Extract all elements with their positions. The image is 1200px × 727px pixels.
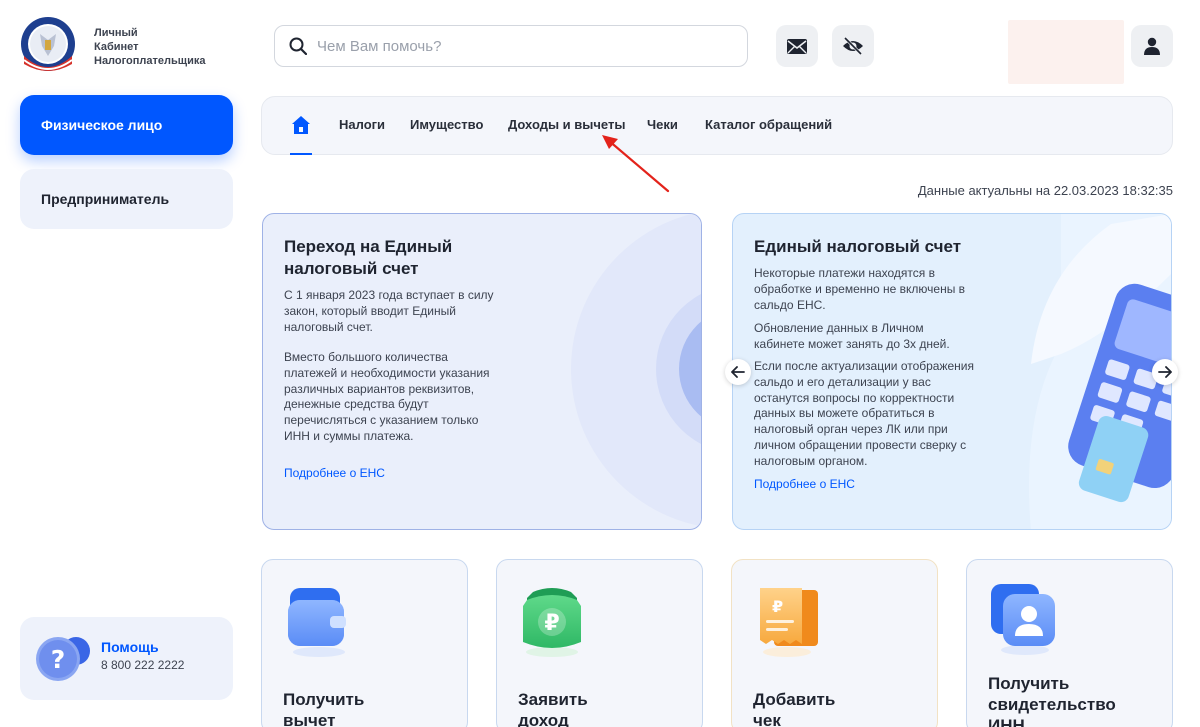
help-block[interactable]: ? Помощь 8 800 222 2222 (20, 617, 233, 700)
card-text-line: налоговый счет. (284, 319, 373, 334)
tile-label: Заявить доход (518, 689, 688, 727)
card-text-line: Вместо большого количества (284, 350, 448, 364)
card-text-line: ИНН и суммы платежа. (284, 428, 414, 443)
card-title: Единый налоговый счет (754, 237, 962, 256)
tile-label: Добавить чек (753, 689, 923, 727)
card-text-line: денежные средства будут (284, 397, 429, 412)
card-text-line: Если после актуализации отображения (754, 359, 975, 373)
user-icon (1144, 37, 1160, 55)
card-text-line: сальдо ЕНС. (754, 297, 826, 312)
svg-text:?: ? (51, 645, 66, 674)
card-text-line: Обновление данных в Личном (754, 321, 924, 335)
nav-item-requests-catalog[interactable]: Каталог обращений (705, 117, 832, 132)
card-paragraph: Если после актуализации отображения саль… (754, 359, 974, 470)
logo-text-line: Личный (94, 27, 138, 39)
logo-text-line: Кабинет (94, 41, 139, 53)
help-phone[interactable]: 8 800 222 2222 (101, 658, 184, 672)
sidebar-item-individual[interactable]: Физическое лицо (20, 95, 233, 155)
tile-add-receipt[interactable]: ₽ Добавить чек (731, 559, 938, 727)
ens-account-card: Единый налоговый счет Некоторые платежи … (732, 213, 1172, 530)
card-title: Переход на Единый налоговый счет (284, 236, 452, 280)
ens-transition-card: Переход на Единый налоговый счет С 1 янв… (262, 213, 702, 530)
tile-label-line: вычет (283, 711, 336, 727)
card-text-line: сальдо и его детализации у вас (754, 374, 931, 389)
arrow-left-icon (731, 366, 745, 378)
svg-text:₽: ₽ (772, 597, 783, 616)
card-title-line: налоговый счет (284, 259, 419, 278)
receipt-icon: ₽ (760, 588, 818, 657)
search-icon (289, 37, 307, 55)
arrow-right-icon (1158, 366, 1172, 378)
active-tab-underline (290, 153, 312, 155)
tile-label-line: ИНН (988, 716, 1025, 727)
card-text-line: Некоторые платежи находятся в (754, 266, 935, 280)
tile-get-deduction[interactable]: Получить вычет (261, 559, 468, 727)
nav-item-property[interactable]: Имущество (410, 117, 483, 132)
card-text-line: перечисляться с указанием только (284, 413, 479, 428)
tile-label-line: чек (753, 711, 781, 727)
card-paragraph: Вместо большого количества платежей и не… (284, 350, 490, 445)
profile-button[interactable] (1131, 25, 1173, 67)
messages-button[interactable] (776, 25, 818, 67)
tile-get-inn-certificate[interactable]: Получить свидетельство ИНН (966, 559, 1173, 727)
tile-label: Получить вычет (283, 689, 453, 727)
card-text-line: различных вариантов реквизитов, (284, 381, 475, 396)
mail-icon (787, 38, 807, 54)
slider-prev-button[interactable] (725, 359, 751, 385)
card-text-line: данных вы можете обратиться в (754, 406, 935, 421)
card-text-line: налоговым органом. (754, 453, 868, 468)
eye-off-icon (843, 37, 863, 55)
question-icon: ? (36, 637, 90, 681)
card-text-line: платежей и необходимости указания (284, 365, 490, 380)
tile-label-line: Получить (283, 690, 365, 709)
sidebar-item-label: Физическое лицо (41, 117, 163, 133)
tile-label-line: Добавить (753, 690, 836, 709)
card-text-line: личном обращении провести сверку с (754, 437, 967, 452)
search-box[interactable] (274, 25, 748, 67)
card-text-line: С 1 января 2023 года вступает в силу (284, 288, 494, 302)
data-actuality-timestamp: Данные актуальны на 22.03.2023 18:32:35 (917, 183, 1173, 198)
tile-label-line: свидетельство (988, 695, 1116, 714)
tile-label: Получить свидетельство ИНН (988, 673, 1158, 727)
tile-label-line: Получить (988, 674, 1070, 693)
card-text-line: налоговый орган через ЛК или при (754, 422, 948, 437)
nav-item-taxes[interactable]: Налоги (339, 117, 385, 132)
hide-balance-button[interactable] (832, 25, 874, 67)
card-paragraph: С 1 января 2023 года вступает в силу зак… (284, 288, 494, 335)
ens-more-link[interactable]: Подробнее о ЕНС (754, 477, 855, 491)
card-text-line: кабинете может занять до 3х дней. (754, 336, 950, 351)
profile-area (1008, 20, 1124, 84)
help-title[interactable]: Помощь (101, 639, 159, 655)
card-text-line: закон, который вводит Единый (284, 303, 456, 318)
card-title-line: Переход на Единый (284, 237, 453, 256)
main-nav: Налоги Имущество Доходы и вычеты Чеки Ка… (261, 96, 1173, 155)
sidebar-item-entrepreneur[interactable]: Предприниматель (20, 169, 233, 229)
card-text-line: обработке и временно не включены в (754, 281, 966, 296)
logo-text-line: Налогоплательщика (94, 55, 206, 67)
tile-label-line: доход (518, 711, 569, 727)
ruble-icon: ₽ (523, 588, 581, 657)
home-icon[interactable] (291, 115, 311, 135)
search-input[interactable] (317, 37, 717, 55)
tile-declare-income[interactable]: ₽ Заявить доход (496, 559, 703, 727)
id-card-icon (991, 584, 1055, 655)
card-text-line: останутся вопросы по корректности (754, 390, 955, 405)
tile-label-line: Заявить (518, 690, 588, 709)
card-paragraph: Некоторые платежи находятся в обработке … (754, 266, 965, 313)
annotation-arrow (602, 135, 670, 193)
logo-text: Личный Кабинет Налогоплательщика (94, 26, 205, 68)
svg-text:₽: ₽ (544, 611, 559, 636)
wallet-icon (288, 588, 346, 657)
sidebar-item-label: Предприниматель (41, 191, 170, 207)
slider-next-button[interactable] (1152, 359, 1178, 385)
fns-logo[interactable] (20, 16, 76, 74)
ens-more-link[interactable]: Подробнее о ЕНС (284, 466, 385, 480)
card-paragraph: Обновление данных в Личном кабинете може… (754, 321, 950, 353)
